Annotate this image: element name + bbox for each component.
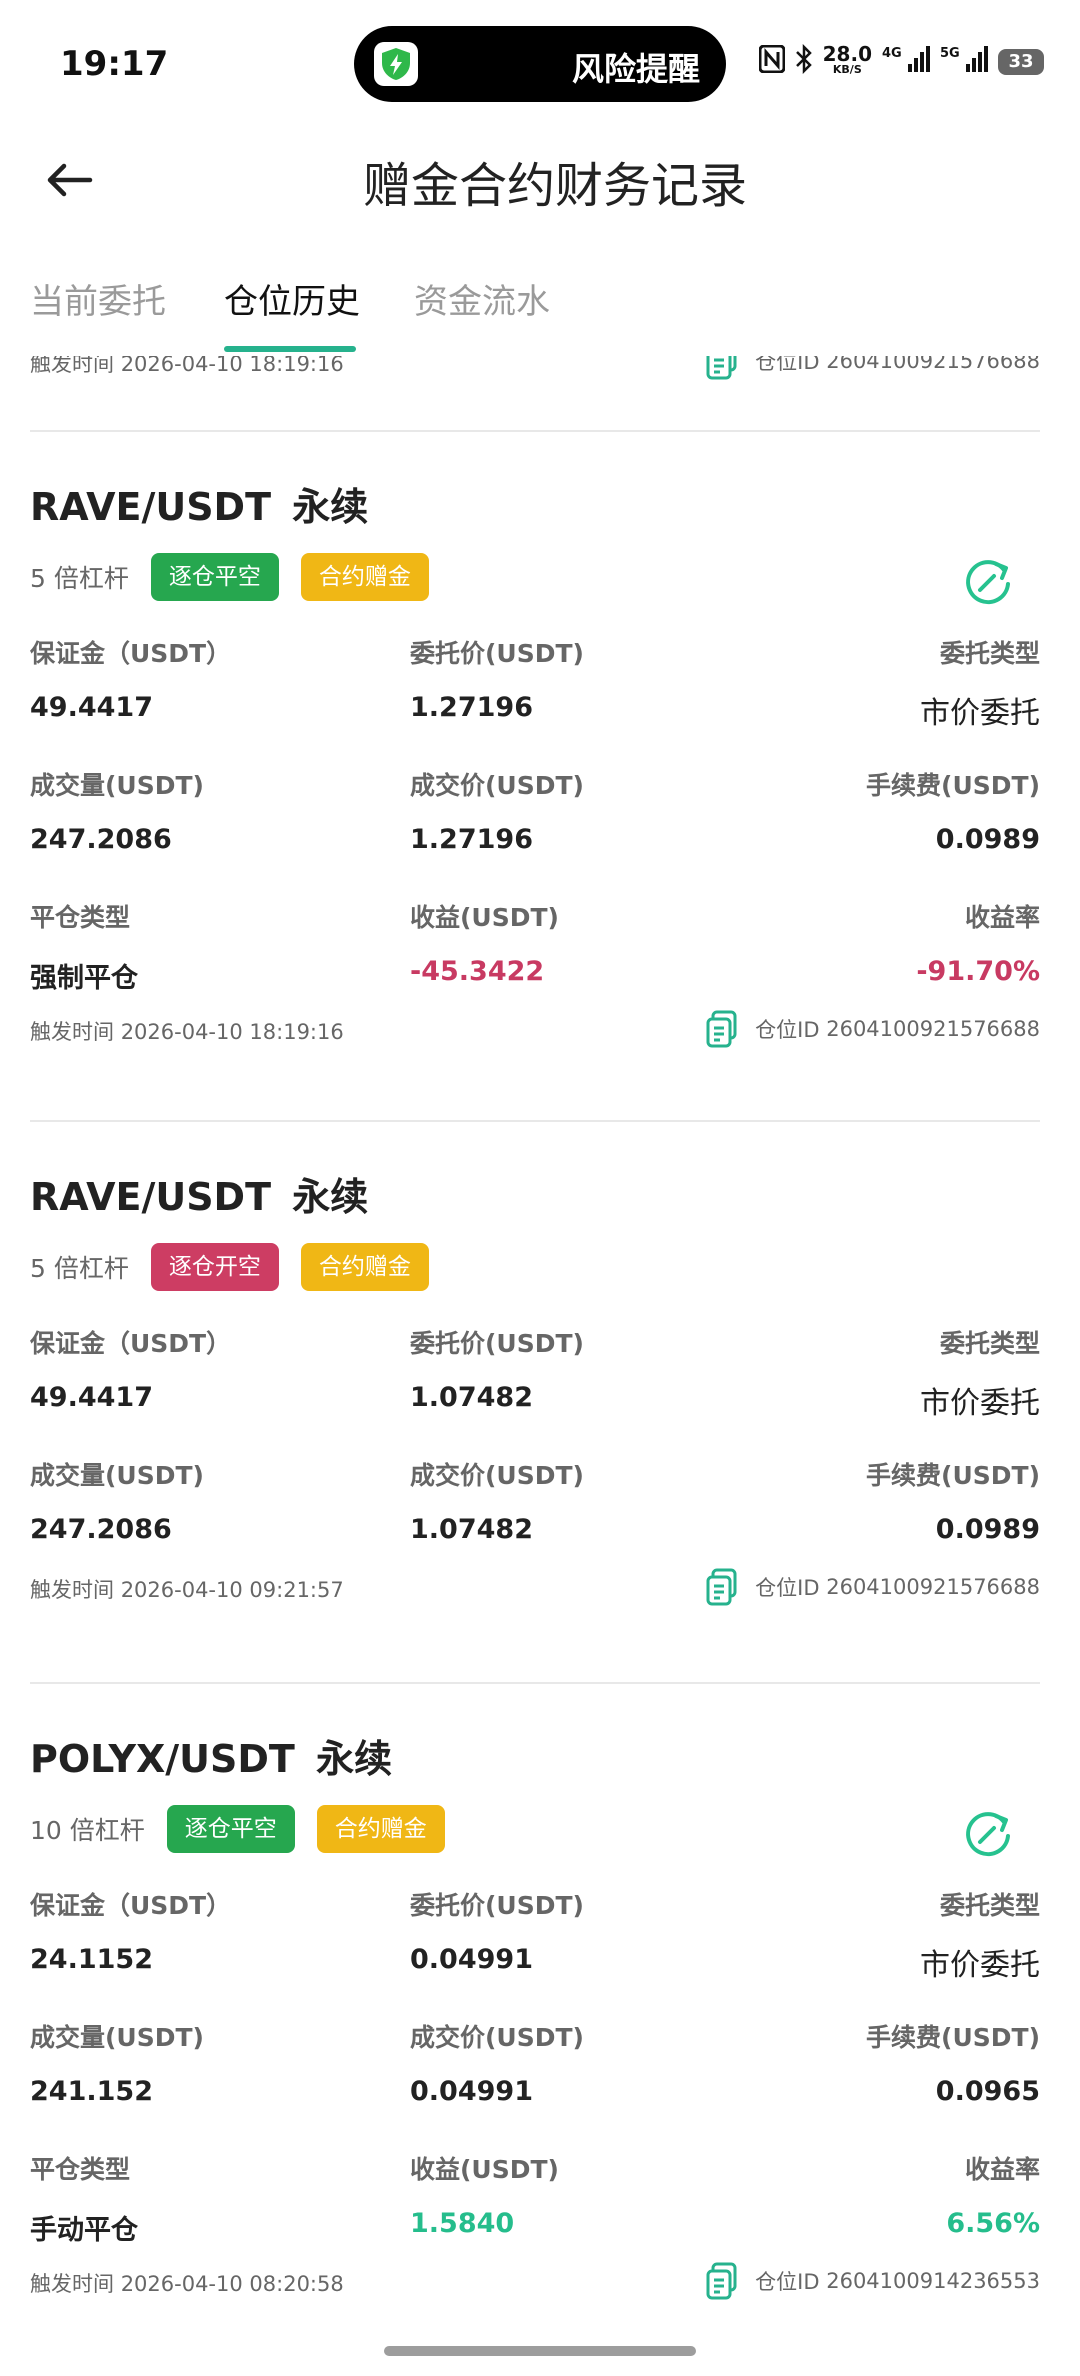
leverage-label: 10 倍杠杆 (30, 1816, 145, 1845)
pnl-rate-value: -91.70% (916, 956, 1040, 987)
position-card: POLYX/USDT 永续 10 倍杠杆 逐仓平空 合约赠金 保证金（USDT）… (30, 1728, 1040, 2316)
tab-current-orders[interactable]: 当前委托 (30, 274, 166, 323)
copy-doc-icon[interactable] (705, 2262, 739, 2300)
risk-alert-label: 风险提醒 (571, 50, 700, 88)
copy-doc-icon[interactable] (705, 356, 739, 380)
tab-bar: 当前委托 仓位历史 资金流水 (0, 262, 1080, 352)
fill-price-value: 1.07482 (410, 1514, 533, 1545)
order-price-label: 委托价(USDT) (410, 1891, 584, 1920)
margin-label: 保证金（USDT） (30, 1891, 232, 1920)
pair-title: POLYX/USDT 永续 (30, 1737, 393, 1781)
volume-label: 成交量(USDT) (30, 771, 204, 800)
pair-title: RAVE/USDT 永续 (30, 485, 369, 529)
volume-value: 247.2086 (30, 824, 172, 855)
share-icon[interactable] (960, 1808, 1016, 1864)
signal-5g-icon: 5G (940, 46, 988, 77)
fee-label: 手续费(USDT) (866, 771, 1040, 800)
nfc-icon (758, 44, 786, 78)
page-title: 赠金合约财务记录 (362, 158, 747, 214)
order-price-label: 委托价(USDT) (410, 1329, 584, 1358)
card-footer: 触发时间 2026-04-10 08:20:58 仓位ID 2604100914… (30, 2262, 1040, 2300)
order-type-label: 委托类型 (939, 639, 1040, 668)
close-type-label: 平仓类型 (30, 2155, 131, 2184)
active-tab-indicator (224, 346, 356, 352)
order-type-label: 委托类型 (939, 1329, 1040, 1358)
divider (30, 1682, 1040, 1684)
close-type-value: 手动平仓 (30, 2215, 138, 2246)
bonus-badge: 合约赠金 (300, 1243, 429, 1291)
pnl-rate-label: 收益率 (964, 903, 1040, 932)
card-footer: 触发时间 2026-04-10 18:19:16 仓位ID 2604100921… (30, 1010, 1040, 1048)
close-type-label: 平仓类型 (30, 903, 131, 932)
leverage-label: 5 倍杠杆 (30, 1254, 129, 1283)
order-type-value: 市价委托 (920, 696, 1040, 731)
fee-value: 0.0989 (935, 1514, 1040, 1545)
volume-value: 241.152 (30, 2076, 153, 2107)
pnl-label: 收益(USDT) (410, 2155, 559, 2184)
order-price-value: 0.04991 (410, 1944, 533, 1975)
margin-label: 保证金（USDT） (30, 639, 232, 668)
position-card: RAVE/USDT 永续 5 倍杠杆 逐仓开空 合约赠金 保证金（USDT） 委… (30, 1166, 1040, 1606)
fill-price-label: 成交价(USDT) (410, 2023, 584, 2052)
pair-title: RAVE/USDT 永续 (30, 1175, 369, 1219)
order-type-label: 委托类型 (939, 1891, 1040, 1920)
volume-label: 成交量(USDT) (30, 2023, 204, 2052)
share-icon[interactable] (960, 556, 1016, 612)
card-footer: 触发时间 2026-04-10 09:21:57 仓位ID 2604100921… (30, 1568, 1040, 1606)
signal-4g-icon: 4G (882, 46, 930, 77)
network-speed: 28.0 KB/S (822, 41, 872, 76)
margin-value: 49.4417 (30, 692, 153, 723)
dynamic-island[interactable]: 风险提醒 (354, 26, 726, 102)
bonus-badge: 合约赠金 (316, 1805, 445, 1853)
fee-value: 0.0989 (935, 824, 1040, 855)
side-badge: 逐仓平空 (150, 553, 279, 601)
fee-label: 手续费(USDT) (866, 2023, 1040, 2052)
status-time: 19:17 (60, 44, 169, 84)
order-price-value: 1.27196 (410, 692, 533, 723)
side-badge: 逐仓开空 (150, 1243, 279, 1291)
fee-label: 手续费(USDT) (866, 1461, 1040, 1490)
pnl-value: -45.3422 (410, 956, 545, 987)
tab-position-history[interactable]: 仓位历史 (224, 274, 360, 323)
copy-doc-icon[interactable] (705, 1010, 739, 1048)
margin-value: 24.1152 (30, 1944, 153, 1975)
card-footer: 触发时间 2026-04-10 18:19:16 仓位ID 2604100921… (30, 356, 1040, 380)
order-type-value: 市价委托 (920, 1948, 1040, 1983)
divider (30, 430, 1040, 432)
battery-icon: 33 (998, 48, 1044, 75)
fill-price-value: 0.04991 (410, 2076, 533, 2107)
fill-price-label: 成交价(USDT) (410, 1461, 584, 1490)
pnl-rate-value: 6.56% (946, 2208, 1040, 2239)
copy-doc-icon[interactable] (705, 1568, 739, 1606)
system-icons: 28.0 KB/S 4G 5G 33 (758, 41, 1044, 79)
fill-price-value: 1.27196 (410, 824, 533, 855)
side-badge: 逐仓平空 (166, 1805, 295, 1853)
close-type-value: 强制平仓 (30, 963, 138, 994)
bluetooth-icon (795, 43, 813, 79)
volume-value: 247.2086 (30, 1514, 172, 1545)
position-list[interactable]: 触发时间 2026-04-10 18:19:16 仓位ID 2604100921… (0, 356, 1080, 2316)
fee-value: 0.0965 (935, 2076, 1040, 2107)
fill-price-label: 成交价(USDT) (410, 771, 584, 800)
order-price-value: 1.07482 (410, 1382, 533, 1413)
tab-fund-flow[interactable]: 资金流水 (414, 274, 550, 323)
volume-label: 成交量(USDT) (30, 1461, 204, 1490)
shield-icon (374, 42, 418, 86)
margin-label: 保证金（USDT） (30, 1329, 232, 1358)
margin-value: 49.4417 (30, 1382, 153, 1413)
leverage-label: 5 倍杠杆 (30, 564, 129, 593)
divider (30, 1120, 1040, 1122)
pnl-label: 收益(USDT) (410, 903, 559, 932)
status-bar: 19:17 风险提醒 28.0 KB/S 4G 5G 33 (0, 0, 1080, 130)
position-card: RAVE/USDT 永续 5 倍杠杆 逐仓平空 合约赠金 保证金（USDT） 委… (30, 476, 1040, 1056)
bonus-badge: 合约赠金 (300, 553, 429, 601)
home-indicator[interactable] (384, 2346, 696, 2356)
pnl-rate-label: 收益率 (964, 2155, 1040, 2184)
order-price-label: 委托价(USDT) (410, 639, 584, 668)
pnl-value: 1.5840 (410, 2208, 515, 2239)
order-type-value: 市价委托 (920, 1386, 1040, 1421)
